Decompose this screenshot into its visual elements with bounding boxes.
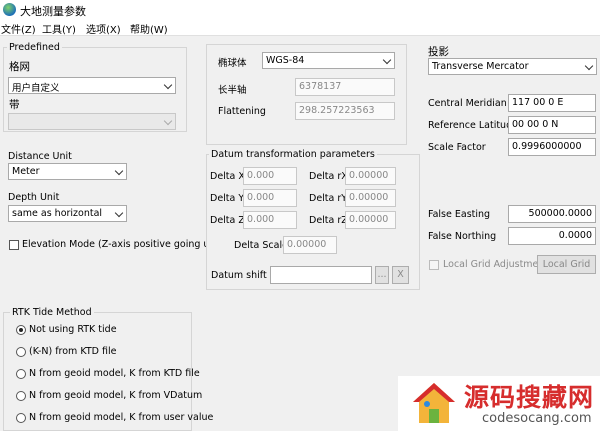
delta-y-field[interactable]: 0.000: [243, 189, 297, 207]
clear-button[interactable]: X: [392, 266, 409, 284]
chevron-down-icon: [163, 80, 173, 90]
central-meridian-field[interactable]: 117 00 0 E: [508, 94, 596, 112]
depth-unit-value: same as horizontal: [12, 208, 103, 219]
grid-select[interactable]: 用户自定义: [8, 77, 176, 94]
title-bar: 大地测量参数: [0, 0, 600, 20]
window-title: 大地测量参数: [20, 5, 86, 18]
grid-select-value: 用户自定义: [12, 83, 60, 94]
local-grid-button[interactable]: Local Grid: [537, 255, 596, 274]
rtk-option-label: N from geoid model, K from user value: [29, 412, 214, 423]
semi-major-field[interactable]: 6378137: [295, 78, 395, 96]
false-northing-label: False Northing: [428, 231, 497, 242]
false-easting-label: False Easting: [428, 209, 491, 220]
ellipsoid-label: 椭球体: [218, 58, 247, 69]
chevron-down-icon: [114, 166, 124, 176]
chevron-down-icon: [382, 55, 392, 65]
distance-unit-value: Meter: [12, 166, 40, 177]
delta-rz-label: Delta rZ: [309, 215, 348, 226]
flattening-field[interactable]: 298.257223563: [295, 102, 395, 120]
projection-select[interactable]: Transverse Mercator: [428, 58, 597, 75]
false-northing-field[interactable]: 0.0000: [508, 227, 596, 245]
rtk-legend: RTK Tide Method: [10, 307, 94, 318]
delta-rx-field[interactable]: 0.00000: [345, 167, 396, 185]
elevation-mode-checkbox[interactable]: [9, 240, 19, 250]
datum-legend: Datum transformation parameters: [209, 149, 377, 160]
ellipsoid-select-value: WGS-84: [266, 55, 305, 66]
delta-scale-label: Delta Scale: [234, 240, 288, 251]
browse-button[interactable]: ...: [375, 266, 389, 284]
false-easting-field[interactable]: 500000.0000: [508, 205, 596, 223]
delta-z-label: Delta Z: [210, 215, 245, 226]
projection-label: 投影: [428, 46, 449, 58]
delta-rz-field[interactable]: 0.00000: [345, 211, 396, 229]
delta-z-field[interactable]: 0.000: [243, 211, 297, 229]
elevation-mode-label: Elevation Mode (Z-axis positive going up…: [22, 239, 220, 250]
rtk-option-radio[interactable]: [16, 347, 26, 357]
watermark: 源码搜藏网 codesocang.com: [398, 376, 600, 431]
delta-x-field[interactable]: 0.000: [243, 167, 297, 185]
distance-unit-select[interactable]: Meter: [8, 163, 127, 180]
ellipsoid-select[interactable]: WGS-84: [262, 52, 395, 69]
menu-bar: 文件(Z) 工具(Y) 选项(X) 帮助(W): [0, 20, 600, 36]
delta-scale-field[interactable]: 0.00000: [283, 236, 337, 254]
rtk-option-radio[interactable]: [16, 413, 26, 423]
distance-unit-label: Distance Unit: [8, 151, 72, 162]
menu-help[interactable]: 帮助(W): [130, 21, 168, 36]
app-globe-icon: [3, 3, 16, 16]
shift-file-field[interactable]: [270, 266, 372, 284]
ref-latitude-label: Reference Latitude: [428, 120, 518, 131]
central-meridian-label: Central Meridian: [428, 98, 507, 109]
delta-x-label: Delta X: [210, 171, 245, 182]
depth-unit-label: Depth Unit: [8, 192, 60, 203]
menu-tools[interactable]: 工具(Y): [42, 21, 76, 36]
menu-file[interactable]: 文件(Z): [1, 21, 36, 36]
chevron-down-icon: [584, 61, 594, 71]
rtk-option-label: (K-N) from KTD file: [29, 346, 117, 357]
zone-select[interactable]: [8, 113, 176, 130]
scale-factor-label: Scale Factor: [428, 142, 486, 153]
menu-options[interactable]: 选项(X): [86, 21, 121, 36]
watermark-url: codesocang.com: [482, 411, 592, 426]
chevron-down-icon: [163, 116, 173, 126]
flattening-label: Flattening: [218, 106, 266, 117]
rtk-option-label: Not using RTK tide: [29, 324, 117, 335]
scale-factor-field[interactable]: 0.9996000000: [508, 138, 596, 156]
delta-ry-field[interactable]: 0.00000: [345, 189, 396, 207]
projection-select-value: Transverse Mercator: [432, 61, 529, 72]
rtk-option-radio[interactable]: [16, 325, 26, 335]
rtk-option-radio[interactable]: [16, 369, 26, 379]
delta-ry-label: Delta rY: [309, 193, 348, 204]
local-grid-checkbox[interactable]: [429, 260, 439, 270]
watermark-text: 源码搜藏网: [464, 383, 595, 412]
chevron-down-icon: [114, 208, 124, 218]
semi-major-label: 长半轴: [218, 85, 247, 96]
depth-unit-select[interactable]: same as horizontal: [8, 205, 127, 222]
house-logo-icon: [413, 383, 455, 423]
grid-label: 格网: [9, 61, 30, 73]
rtk-option-radio[interactable]: [16, 391, 26, 401]
local-grid-check-label: Local Grid Adjustment: [443, 259, 549, 270]
rtk-option-label: N from geoid model, K from VDatum: [29, 390, 203, 401]
predefined-legend: Predefined: [7, 42, 62, 53]
zone-label: 带: [9, 99, 20, 111]
ref-latitude-field[interactable]: 00 00 0 N: [508, 116, 596, 134]
delta-y-label: Delta Y: [210, 193, 245, 204]
rtk-option-label: N from geoid model, K from KTD file: [29, 368, 200, 379]
delta-rx-label: Delta rX: [309, 171, 348, 182]
